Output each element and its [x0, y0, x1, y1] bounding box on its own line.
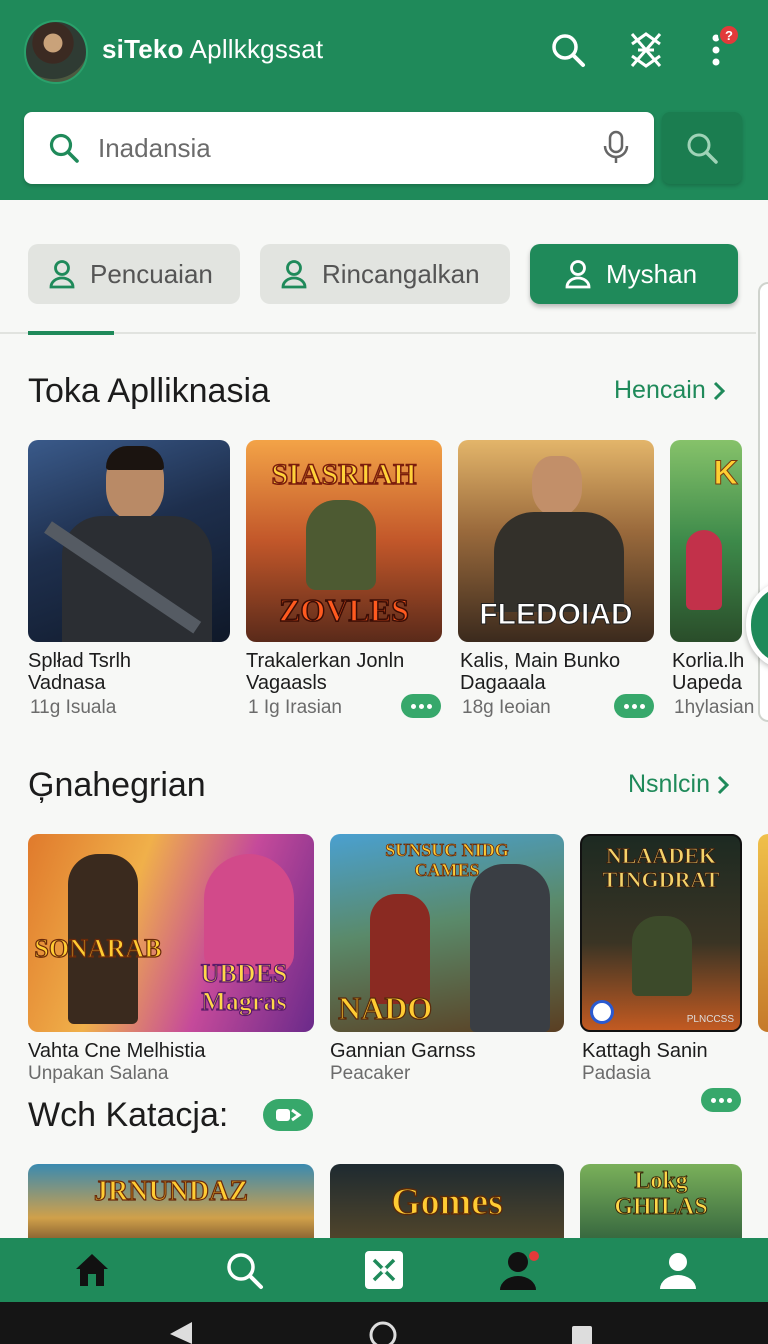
- tab-rincangalkan[interactable]: Rincangalkan: [260, 244, 510, 304]
- see-more-label: Hencain: [614, 376, 706, 404]
- character-ninja: [686, 530, 722, 610]
- game-card-title: Kalis, Main Bunko Dagaaala: [460, 650, 621, 694]
- section-title: Toka Aplliknasia: [28, 372, 270, 410]
- game-card-image[interactable]: NLAADEK TINGDRAT PLNCCSS: [580, 834, 742, 1032]
- badge-emblem: [590, 1000, 614, 1024]
- search-field-icon: [49, 133, 79, 163]
- section-title: Ģnahegrian: [28, 766, 206, 804]
- character-armored: [470, 864, 550, 1032]
- game-banner-title: SIASRIAH: [271, 457, 418, 492]
- character-pink-helmet: [204, 854, 294, 974]
- game-card-subtitle: 1hylasian: [674, 697, 755, 718]
- scan-icon[interactable]: [626, 30, 666, 70]
- game-card-title: Korlia.lh Uapeda: [672, 650, 745, 694]
- game-card-image[interactable]: SONARAB UBDES Magras: [28, 834, 314, 1032]
- game-card-title: Vahta Cne Melhistia: [28, 1040, 206, 1062]
- notification-badge: ?: [718, 24, 740, 46]
- section-title: Wch Katacja:: [28, 1096, 229, 1134]
- game-banner-title: K: [713, 454, 739, 493]
- game-banner-right: UBDES Magras: [200, 959, 288, 1016]
- game-card-title: Gannian Garnss: [330, 1040, 476, 1062]
- game-card-subtitle: Unpakan Salana: [28, 1063, 169, 1084]
- game-card-title: Trakalerkan Jonln Vagaasls: [246, 650, 405, 694]
- user-icon: [565, 260, 591, 289]
- more-options-pill[interactable]: [701, 1088, 741, 1112]
- game-banner-subtitle: ZOVLES: [278, 591, 409, 629]
- tab-label: Pencuaian: [90, 258, 213, 289]
- system-navigation-bar: [0, 1302, 768, 1344]
- avatar[interactable]: [24, 20, 88, 84]
- app-title: siTeko Apllkkgssat: [102, 34, 324, 64]
- character-red: [370, 894, 430, 1004]
- profile-icon[interactable]: [656, 1248, 700, 1292]
- search-icon: [687, 133, 718, 164]
- game-banner-title: Lokg GHILAS: [614, 1168, 708, 1221]
- game-card-subtitle: Peacaker: [330, 1063, 411, 1084]
- game-banner-left: SONARAB: [34, 933, 162, 963]
- home-circle-icon[interactable]: [368, 1320, 398, 1344]
- toggle-pill[interactable]: [263, 1099, 313, 1131]
- game-card-image[interactable]: K: [670, 440, 742, 642]
- game-card-subtitle: 11g Isuala: [30, 697, 117, 718]
- arrow-tag-icon: [276, 1108, 302, 1122]
- game-card-image[interactable]: FLEDOIAD: [458, 440, 654, 642]
- character-head: [532, 456, 582, 516]
- character-body: [494, 512, 624, 612]
- chevron-right-icon: [713, 381, 725, 400]
- publisher-label: PLNCCSS: [686, 1014, 734, 1025]
- see-more-link[interactable]: Nsnlcin: [628, 770, 730, 799]
- see-more-link[interactable]: Hencain: [614, 376, 726, 405]
- game-card-subtitle: 1 Ig Irasian: [248, 697, 342, 718]
- home-icon[interactable]: [70, 1248, 114, 1292]
- user-icon: [281, 260, 307, 289]
- notification-person-icon[interactable]: [498, 1248, 542, 1292]
- more-options-pill[interactable]: [401, 694, 441, 718]
- game-banner-title: JRNUNDAZ: [93, 1175, 248, 1207]
- chevron-right-icon: [717, 775, 730, 794]
- tab-myshan[interactable]: Myshan: [530, 244, 738, 304]
- game-card-image[interactable]: SIASRIAH ZOVLES: [246, 440, 442, 642]
- search-icon[interactable]: [548, 30, 588, 70]
- search-input[interactable]: [98, 128, 578, 168]
- game-banner-title: FLEDOIAD: [479, 598, 633, 632]
- character-hair: [106, 446, 164, 470]
- games-icon[interactable]: [362, 1248, 406, 1292]
- tab-pencuaian[interactable]: Pencuaian: [28, 244, 240, 304]
- search-button[interactable]: [662, 112, 742, 184]
- app-header: siTeko Apllkkgssat ?: [0, 0, 768, 200]
- game-card-image[interactable]: [28, 440, 230, 642]
- game-card-title: Kattagh Sanin: [582, 1040, 708, 1062]
- game-banner-title: Gomes: [390, 1180, 503, 1223]
- tab-label: Myshan: [606, 258, 698, 289]
- game-banner-subtitle: NADO: [337, 989, 433, 1026]
- see-more-label: Nsnlcin: [628, 770, 710, 798]
- user-icon: [49, 260, 75, 289]
- tab-indicator: [28, 331, 114, 335]
- game-banner-title: NLAADEK TINGDRAT: [602, 843, 720, 892]
- microphone-icon[interactable]: [602, 130, 630, 166]
- character-soldier: [632, 916, 692, 996]
- game-card-image[interactable]: SUNSUC NIDG CAMES NADO: [330, 834, 564, 1032]
- back-icon[interactable]: [168, 1320, 194, 1344]
- tab-label: Rincangalkan: [322, 258, 480, 289]
- game-card-title: Splład Tsrlh Vadnasa: [28, 650, 132, 694]
- search-box[interactable]: [24, 112, 654, 184]
- recents-icon[interactable]: [570, 1324, 594, 1344]
- game-card-subtitle: 18g Ieoian: [462, 697, 551, 718]
- side-floating-button[interactable]: [746, 580, 768, 670]
- character-soldier: [306, 500, 376, 590]
- game-card-image[interactable]: [758, 834, 768, 1032]
- bottom-navigation: [0, 1238, 768, 1302]
- more-options-pill[interactable]: [614, 694, 654, 718]
- more-options-icon[interactable]: ?: [696, 24, 740, 70]
- game-card-subtitle: Padasia: [582, 1063, 651, 1084]
- search-icon[interactable]: [222, 1248, 266, 1292]
